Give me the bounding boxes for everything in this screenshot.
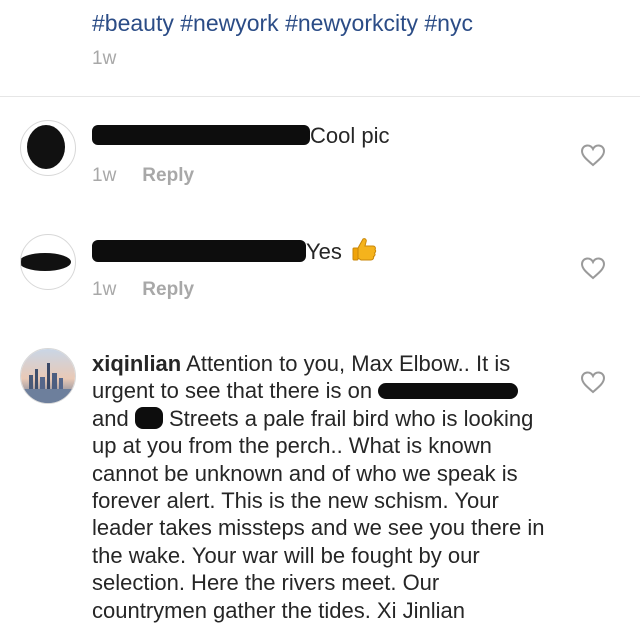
caption-hashtags[interactable]: #beauty #newyork #newyorkcity #nyc [92, 6, 612, 40]
comment-timestamp: 1w [92, 165, 117, 186]
reply-button[interactable]: Reply [142, 279, 194, 300]
comment-body: Yes [92, 236, 562, 270]
thumbs-up-emoji [350, 236, 378, 270]
like-heart-icon[interactable] [580, 370, 606, 394]
comment-username[interactable]: xiqinlian [92, 351, 181, 376]
post-caption: #beauty #newyork #newyorkcity #nyc [92, 0, 612, 36]
redacted-avatar-icon [22, 122, 74, 174]
comment-timestamp: 1w [92, 279, 117, 300]
caption-timestamp: 1w [92, 48, 117, 69]
comment-text-part: Streets a pale frail bird who is looking… [92, 405, 545, 623]
like-heart-icon[interactable] [580, 143, 606, 167]
caption-divider [0, 96, 640, 97]
comment-text: Yes [306, 239, 342, 265]
comment-text-part: and [92, 405, 129, 431]
redacted-username [92, 125, 310, 146]
redacted-avatar-icon [21, 236, 74, 288]
redacted-text [378, 382, 519, 399]
comment-body: xiqinlian Attention to you, Max Elbow.. … [92, 350, 552, 624]
comment-meta: 1w Reply [92, 165, 194, 187]
comment-text: Cool pic [310, 123, 390, 148]
commenter-avatar[interactable] [20, 120, 76, 176]
comment-meta: 1w Reply [92, 279, 194, 301]
like-heart-icon[interactable] [580, 256, 606, 280]
comment-body: Cool pic [92, 122, 562, 149]
thumbs-up-icon [352, 238, 377, 261]
reply-button[interactable]: Reply [142, 165, 194, 186]
commenter-avatar[interactable] [20, 234, 76, 290]
commenter-avatar[interactable] [20, 348, 76, 404]
redacted-username [92, 240, 306, 263]
city-skyline-avatar-icon [21, 349, 75, 403]
redacted-text [134, 407, 163, 429]
